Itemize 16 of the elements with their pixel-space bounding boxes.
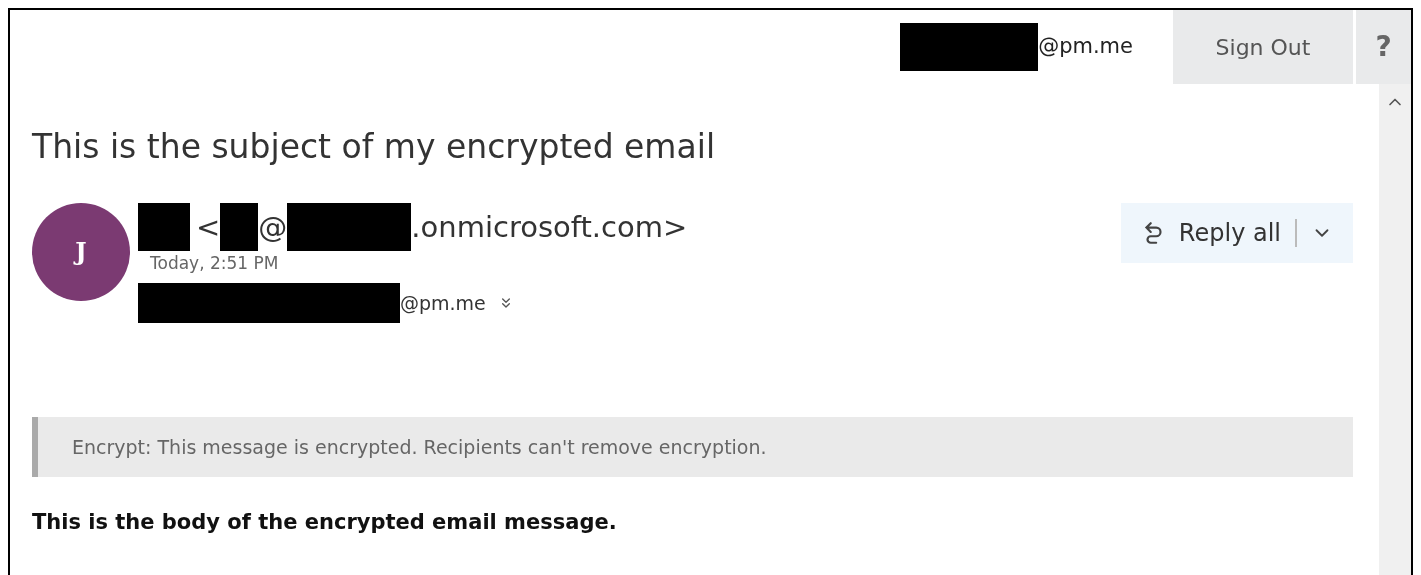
email-subject: This is the subject of my encrypted email <box>32 126 717 168</box>
account-email: @pm.me <box>1038 33 1133 61</box>
redaction-block <box>220 203 259 252</box>
address-at-sign: @ <box>258 208 288 246</box>
address-bracket: < <box>196 208 221 246</box>
sign-out-button[interactable]: Sign Out <box>1173 10 1353 84</box>
scrollbar[interactable] <box>1379 84 1411 575</box>
email-body: This is the body of the encrypted email message. <box>32 508 618 536</box>
sender-avatar: J <box>32 203 130 302</box>
sender-domain: .onmicrosoft.com> <box>411 208 688 246</box>
sent-time: Today, 2:51 PM <box>150 252 280 276</box>
redaction-block <box>138 203 190 252</box>
reply-all-button[interactable]: Reply all <box>1120 203 1353 264</box>
help-button[interactable]: ? <box>1356 10 1411 84</box>
recipient-email: @pm.me <box>400 290 486 316</box>
encryption-banner: Encrypt: This message is encrypted. Recipients can't remove encryption. <box>32 416 1353 477</box>
